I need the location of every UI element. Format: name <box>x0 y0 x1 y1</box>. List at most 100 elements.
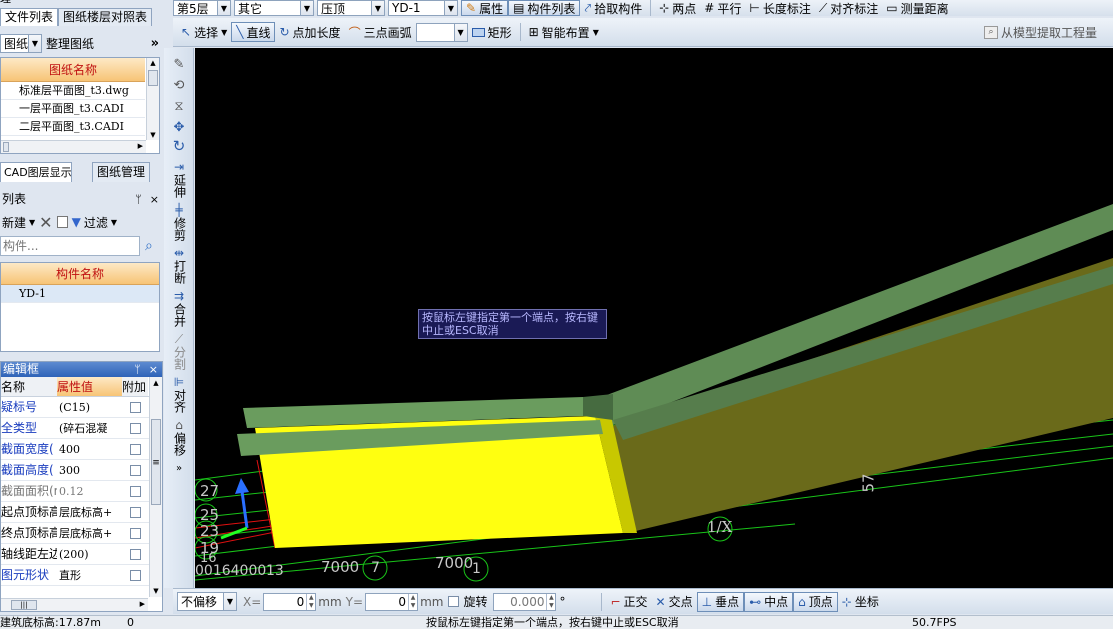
rotate-checkbox[interactable] <box>448 596 460 607</box>
delete-icon[interactable]: ✕ <box>37 212 54 232</box>
parallel-button[interactable]: # 平行 <box>700 0 745 16</box>
vertex-button[interactable]: ⌂ 顶点 <box>793 591 838 612</box>
property-row[interactable]: 截面高度(300 <box>1 460 162 481</box>
property-value[interactable]: 400 <box>57 439 122 459</box>
organize-drawings-button[interactable]: 整理图纸 <box>44 33 96 53</box>
extra-checkbox[interactable] <box>129 528 141 539</box>
property-scrollbar[interactable]: ▲ ≡ ▼ <box>149 377 162 597</box>
line-button[interactable]: ╲ 直线 <box>231 22 276 42</box>
list-item[interactable]: 标准层平面图_t3.dwg <box>1 82 145 100</box>
point-extend-button[interactable]: ↻ 点加长度 <box>275 22 344 42</box>
property-value[interactable]: 直形 <box>57 565 122 585</box>
viewport-scene[interactable] <box>195 48 1113 588</box>
extra-checkbox[interactable] <box>129 465 141 476</box>
orthogonal-button[interactable]: ⌐ 正交 <box>606 592 651 612</box>
rotate-input[interactable]: 0.000 ▲ ▼ <box>493 592 557 611</box>
floor-dropdown[interactable]: 第5层 ▼ <box>173 0 231 16</box>
drawing-list-hscrollbar[interactable]: ▶ <box>1 140 146 153</box>
extra-checkbox[interactable] <box>129 444 141 455</box>
property-row[interactable]: 截面宽度(400 <box>1 439 162 460</box>
break-button[interactable]: ⇹ 打断 <box>164 247 194 285</box>
properties-button[interactable]: ✎ 属性 <box>461 0 509 16</box>
property-row[interactable]: 终点顶标高 层底标高+ <box>1 523 162 544</box>
pin-icon[interactable]: ᛘ <box>134 362 141 377</box>
extra-checkbox[interactable] <box>129 486 141 497</box>
drawing-dropdown[interactable]: 图纸 ▼ <box>0 33 42 53</box>
three-point-arc-button[interactable]: ⌒ 三点画弧 <box>345 22 416 42</box>
aligned-dim-button[interactable]: ⟋ 对齐标注 <box>815 0 882 16</box>
3d-viewport[interactable]: 1/X 57 7000 7000 7 1 27 25 23 19 16 0016… <box>195 48 1113 588</box>
extra-checkbox[interactable] <box>129 570 141 581</box>
smart-layout-button[interactable]: ⊞ 智能布置 ▼ <box>525 22 603 42</box>
spin-arrows-icon[interactable]: ▲ ▼ <box>306 593 315 610</box>
property-row[interactable]: 起点顶标高 层底标高+ <box>1 502 162 523</box>
length-dim-button[interactable]: ⊢ 长度标注 <box>745 0 814 16</box>
property-value[interactable]: (200) <box>57 544 122 564</box>
measure-distance-button[interactable]: ▭ 测量距离 <box>882 0 952 16</box>
property-value[interactable]: 层底标高+ <box>57 502 122 522</box>
property-value[interactable]: 0.12 <box>57 481 122 501</box>
extra-checkbox[interactable] <box>129 423 141 434</box>
property-value[interactable]: (C15) <box>57 397 122 417</box>
close-icon[interactable]: × <box>149 362 158 377</box>
copy-icon[interactable] <box>55 212 70 232</box>
more-button[interactable]: » <box>147 33 163 53</box>
pick-component-button[interactable]: ⤤ 拾取构件 <box>580 0 646 16</box>
filter-button[interactable]: ▼ 过滤 ▼ <box>70 212 119 232</box>
component-list-button[interactable]: ▤ 构件列表 <box>508 0 581 16</box>
extra-checkbox[interactable] <box>129 507 141 518</box>
offset-mode-dropdown[interactable]: 不偏移 ▼ <box>177 592 237 611</box>
spin-arrows-icon[interactable]: ▲ ▼ <box>408 593 417 610</box>
property-value[interactable]: 层底标高+ <box>57 523 122 543</box>
mirror-copy-icon[interactable]: ⟲ <box>164 79 194 92</box>
component-dropdown[interactable]: YD-1 ▼ <box>388 0 458 16</box>
component-search-input[interactable] <box>0 236 140 256</box>
more-icon[interactable]: » <box>164 462 194 475</box>
chevron-down-icon[interactable]: ▼ <box>217 1 230 15</box>
new-component-button[interactable]: 新建 ▼ <box>0 212 37 232</box>
tab-floor-mapping[interactable]: 图纸楼层对照表 <box>58 8 153 26</box>
list-item[interactable]: 一层平面图_t3.CADI <box>1 100 145 118</box>
rotate-icon[interactable]: ↻ <box>164 139 194 154</box>
tab-file-list[interactable]: 文件列表 <box>0 8 59 26</box>
list-item[interactable]: 二层平面图_t3.CADI <box>1 118 145 136</box>
extra-checkbox[interactable] <box>129 549 141 560</box>
drawing-list-scrollbar[interactable]: ▲ ▼ <box>146 58 159 140</box>
type-dropdown[interactable]: 压顶 ▼ <box>317 0 385 16</box>
tab-drawing-manage[interactable]: 图纸管理 <box>92 162 151 182</box>
select-button[interactable]: ↖ 选择 ▼ <box>177 22 231 42</box>
property-row[interactable]: 全类型 (碎石混凝 <box>1 418 162 439</box>
property-row[interactable]: 轴线距左边 (200) <box>1 544 162 565</box>
chevron-down-icon[interactable]: ▼ <box>300 1 313 15</box>
spin-arrows-icon[interactable]: ▲ ▼ <box>546 593 555 610</box>
x-input[interactable]: 0 ▲ ▼ <box>263 592 317 611</box>
align-button[interactable]: ⊫ 对齐 <box>164 376 194 414</box>
perpendicular-button[interactable]: ⊥ 垂点 <box>696 591 745 612</box>
offset-button[interactable]: ⌂ 偏移 <box>164 419 194 457</box>
y-input[interactable]: 0 ▲ ▼ <box>365 592 419 611</box>
extra-checkbox[interactable] <box>129 402 141 413</box>
chevron-down-icon[interactable]: ▼ <box>371 1 384 15</box>
pen-icon[interactable]: ✎ <box>164 58 194 71</box>
chevron-down-icon[interactable]: ▼ <box>28 34 41 52</box>
chevron-down-icon[interactable]: ▼ <box>453 23 467 41</box>
merge-button[interactable]: ⇉ 合并 <box>164 290 194 328</box>
arc-mode-dropdown[interactable]: ▼ <box>415 22 468 42</box>
property-row[interactable]: 截面面积(m0.12 <box>1 481 162 502</box>
chevron-down-icon[interactable]: ▼ <box>223 593 236 610</box>
extend-button[interactable]: ⇥ 延伸 <box>164 161 194 199</box>
midpoint-button[interactable]: ⊷ 中点 <box>744 591 794 612</box>
tab-cad-layer[interactable]: CAD图层显示 <box>0 162 72 182</box>
close-icon[interactable]: × <box>150 192 159 207</box>
category-dropdown[interactable]: 其它 ▼ <box>234 0 314 16</box>
property-hscrollbar[interactable]: ||| ▶ <box>1 598 148 611</box>
chevron-down-icon[interactable]: ▼ <box>444 1 457 15</box>
pin-icon[interactable]: ᛘ <box>135 192 142 207</box>
coordinate-button[interactable]: ⊹ 坐标 <box>838 592 883 612</box>
property-row[interactable]: 疑标号 (C15) <box>1 397 162 418</box>
mirror-icon[interactable]: ⧖ <box>164 100 194 113</box>
split-button[interactable]: ⟋ 分割 <box>164 333 194 371</box>
move-icon[interactable]: ✥ <box>164 121 194 134</box>
search-icon[interactable]: ⌕ <box>145 238 153 254</box>
intersection-button[interactable]: ✕ 交点 <box>652 592 697 612</box>
